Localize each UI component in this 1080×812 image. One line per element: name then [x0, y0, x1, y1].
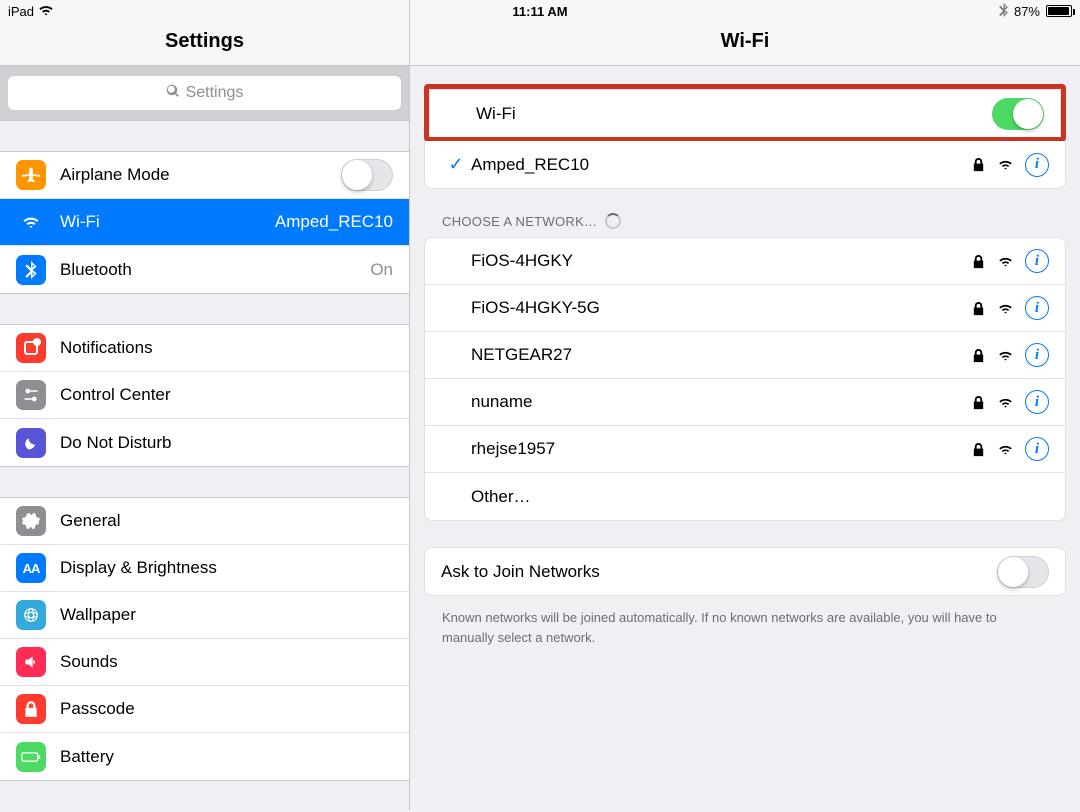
network-row[interactable]: FiOS-4HGKY i [425, 238, 1065, 285]
sidebar-item-bluetooth[interactable]: BluetoothOn [0, 246, 409, 293]
sidebar-item-detail: On [370, 260, 393, 280]
network-row[interactable]: FiOS-4HGKY-5G i [425, 285, 1065, 332]
info-button[interactable]: i [1025, 437, 1049, 461]
network-name: NETGEAR27 [471, 345, 971, 365]
battery-icon [1046, 5, 1072, 17]
sidebar-item-label: Wi-Fi [60, 212, 275, 232]
wifi-signal-icon [998, 157, 1013, 172]
wifi-toggle-row[interactable]: Wi-Fi [430, 90, 1060, 137]
wifi-signal-icon [998, 442, 1013, 457]
search-placeholder: Settings [186, 84, 244, 102]
lock-icon [971, 395, 986, 410]
sidebar-item-display[interactable]: AA Display & Brightness [0, 545, 409, 592]
sounds-icon [16, 647, 46, 677]
info-button[interactable]: i [1025, 343, 1049, 367]
network-name: nuname [471, 392, 971, 412]
network-row[interactable]: rhejse1957 i [425, 426, 1065, 473]
info-button[interactable]: i [1025, 390, 1049, 414]
donotdisturb-icon [16, 428, 46, 458]
wifi-toggle[interactable] [992, 98, 1044, 130]
sidebar-item-label: Passcode [60, 699, 393, 719]
search-input[interactable]: Settings [8, 76, 401, 110]
lock-icon [971, 442, 986, 457]
sidebar: Settings Settings Airplane ModeWi-FiAmpe… [0, 0, 410, 810]
sidebar-item-wifi[interactable]: Wi-FiAmped_REC10 [0, 199, 409, 246]
sidebar-item-label: Bluetooth [60, 260, 370, 280]
sidebar-item-label: Display & Brightness [60, 558, 393, 578]
status-bar: iPad 11:11 AM 87% [0, 0, 1080, 22]
wifi-signal-icon [998, 301, 1013, 316]
detail-pane: Wi-Fi Wi-Fi ✓ Amped_REC10 [410, 0, 1080, 810]
network-row[interactable]: NETGEAR27 i [425, 332, 1065, 379]
checkmark-icon: ✓ [441, 154, 471, 175]
info-button[interactable]: i [1025, 296, 1049, 320]
ask-to-join-toggle[interactable] [997, 556, 1049, 588]
display-icon: AA [16, 553, 46, 583]
battery-icon [16, 742, 46, 772]
connected-network-row[interactable]: ✓ Amped_REC10 i [425, 141, 1065, 188]
wifi-signal-icon [998, 395, 1013, 410]
network-name: rhejse1957 [471, 439, 971, 459]
network-list: FiOS-4HGKYiFiOS-4HGKY-5GiNETGEAR27inunam… [424, 237, 1066, 521]
sidebar-item-label: Wallpaper [60, 605, 393, 625]
loading-spinner-icon [605, 213, 621, 229]
wallpaper-icon [16, 600, 46, 630]
sidebar-item-label: Battery [60, 747, 393, 767]
sidebar-item-label: Notifications [60, 338, 393, 358]
info-button[interactable]: i [1025, 249, 1049, 273]
passcode-icon [16, 694, 46, 724]
wifi-signal-icon [998, 254, 1013, 269]
controlcenter-icon [16, 380, 46, 410]
general-icon [16, 506, 46, 536]
network-row[interactable]: nuname i [425, 379, 1065, 426]
sidebar-item-notifications[interactable]: Notifications [0, 325, 409, 372]
ask-to-join-label: Ask to Join Networks [441, 562, 997, 582]
info-button[interactable]: i [1025, 153, 1049, 177]
sidebar-item-general[interactable]: General [0, 498, 409, 545]
sidebar-item-airplane[interactable]: Airplane Mode [0, 152, 409, 199]
sidebar-item-label: Control Center [60, 385, 393, 405]
wifi-signal-icon [998, 348, 1013, 363]
airplane-icon [16, 160, 46, 190]
lock-icon [971, 254, 986, 269]
other-label: Other… [471, 487, 1049, 507]
search-icon [166, 84, 180, 103]
search-wrap: Settings [0, 66, 409, 121]
sidebar-item-wallpaper[interactable]: Wallpaper [0, 592, 409, 639]
bluetooth-status-icon [999, 3, 1008, 20]
sidebar-item-battery[interactable]: Battery [0, 733, 409, 780]
sidebar-item-label: General [60, 511, 393, 531]
sidebar-item-label: Airplane Mode [60, 165, 341, 185]
choose-network-header: CHOOSE A NETWORK… [424, 189, 1066, 237]
connected-network-name: Amped_REC10 [471, 155, 971, 175]
notifications-icon [16, 333, 46, 363]
bluetooth-icon [16, 255, 46, 285]
network-name: FiOS-4HGKY-5G [471, 298, 971, 318]
lock-icon [971, 301, 986, 316]
sidebar-item-detail: Amped_REC10 [275, 212, 393, 232]
lock-icon [971, 157, 986, 172]
lock-icon [971, 348, 986, 363]
sidebar-item-label: Sounds [60, 652, 393, 672]
sidebar-item-label: Do Not Disturb [60, 433, 393, 453]
sidebar-item-donotdisturb[interactable]: Do Not Disturb [0, 419, 409, 466]
wifi-toggle-highlight: Wi-Fi [424, 84, 1066, 142]
wifi-icon [16, 207, 46, 237]
sidebar-item-controlcenter[interactable]: Control Center [0, 372, 409, 419]
ask-to-join-row[interactable]: Ask to Join Networks [425, 548, 1065, 595]
ask-to-join-footnote: Known networks will be joined automatica… [424, 596, 1066, 647]
clock: 11:11 AM [0, 4, 1080, 19]
network-name: FiOS-4HGKY [471, 251, 971, 271]
airplane-toggle[interactable] [341, 159, 393, 191]
sidebar-item-passcode[interactable]: Passcode [0, 686, 409, 733]
wifi-toggle-label: Wi-Fi [476, 104, 992, 124]
other-network-row[interactable]: Other… [425, 473, 1065, 520]
sidebar-item-sounds[interactable]: Sounds [0, 639, 409, 686]
